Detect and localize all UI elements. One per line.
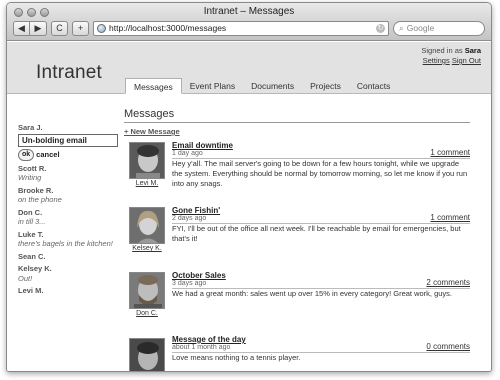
globe-icon — [97, 23, 106, 33]
message-date: about 1 month ago — [172, 344, 231, 351]
history-buttons: ◀ ▶ — [13, 20, 47, 36]
message-item: Kelsey K. Gone Fishin' 2 days ago 1 comm… — [124, 206, 470, 257]
person-item: Scott R. Writing — [18, 164, 123, 183]
message-title-link[interactable]: Gone Fishin' — [172, 206, 220, 215]
tab-event-plans[interactable]: Event Plans — [182, 78, 243, 94]
message-title-link[interactable]: October Sales — [172, 271, 226, 280]
forward-arrow-icon: ▶ — [34, 22, 42, 33]
message-date: 1 day ago — [172, 150, 203, 157]
message-body: We had a great month: sales went up over… — [172, 289, 453, 298]
avatar[interactable] — [129, 207, 165, 244]
address-bar[interactable]: http://localhost:3000/messages ↻ — [93, 20, 389, 36]
person-item: Don C. in till 3... — [18, 208, 123, 227]
browser-toolbar: ◀ ▶ C + http://localhost:3000/messages ↻… — [13, 19, 485, 37]
account-info: Signed in as Sara Settings Sign Out — [421, 46, 481, 66]
person-item: Luke T. there's bagels in the kitchen! — [18, 230, 123, 249]
search-placeholder: Google — [406, 23, 435, 33]
window-title: Intranet – Messages — [203, 6, 295, 17]
web-page: Intranet Signed in as Sara Settings Sign… — [7, 42, 491, 371]
refresh-icon[interactable]: ↻ — [376, 23, 385, 33]
person-item: Sean C. — [18, 252, 123, 262]
tab-messages[interactable]: Messages — [125, 78, 182, 94]
reload-icon: C — [56, 23, 63, 33]
tab-documents[interactable]: Documents — [243, 78, 302, 94]
message-title-link[interactable]: Message of the day — [172, 335, 246, 344]
search-icon: ⌕ — [399, 22, 404, 33]
ok-button[interactable]: ok — [18, 149, 35, 161]
person-item: Kelsey K. Out! — [18, 264, 123, 283]
author-link[interactable]: Levi M. — [124, 180, 170, 187]
person-name: Kelsey K. — [18, 264, 52, 273]
reload-button[interactable]: C — [51, 20, 68, 36]
avatar-photo — [130, 208, 164, 243]
message-date: 3 days ago — [172, 280, 207, 287]
comments-link[interactable]: 1 comment — [430, 213, 470, 222]
tab-projects[interactable]: Projects — [302, 78, 349, 94]
status-edit-actions: ok cancel — [18, 149, 123, 161]
nav-tabs: Messages Event Plans Documents Projects … — [125, 78, 398, 94]
person-status: there's bagels in the kitchen! — [18, 239, 113, 248]
comments-link[interactable]: 0 comments — [426, 342, 470, 351]
person-item: Levi M. — [18, 286, 123, 296]
avatar-photo — [130, 143, 164, 178]
comments-link[interactable]: 1 comment — [430, 148, 470, 157]
site-header: Intranet Signed in as Sara Settings Sign… — [7, 42, 491, 94]
person-name: Don C. — [18, 207, 43, 217]
add-bookmark-button[interactable]: + — [72, 20, 89, 36]
person-name: Scott R. — [18, 163, 47, 173]
message-body: Hey y'all. The mail server's going to be… — [172, 159, 468, 188]
back-button[interactable]: ◀ — [13, 20, 30, 36]
person-status: Writing — [18, 173, 42, 182]
author-link[interactable]: Kelsey K. — [124, 245, 170, 252]
settings-link[interactable]: Settings — [423, 56, 450, 65]
title-bar: Intranet – Messages ◀ ▶ C + http://local… — [7, 3, 491, 41]
status-edit-input[interactable]: Un-bolding email — [18, 133, 118, 147]
page-title: Messages — [124, 108, 470, 123]
person-name: Luke T. — [18, 229, 44, 239]
forward-button[interactable]: ▶ — [30, 20, 47, 36]
current-user: Sara — [464, 46, 481, 55]
person-status: Out! — [18, 273, 33, 283]
account-links: Settings Sign Out — [421, 56, 481, 66]
tab-contacts[interactable]: Contacts — [349, 78, 399, 94]
person-name: Brooke R. — [18, 185, 54, 195]
my-name: Sara J. — [18, 123, 43, 132]
search-field[interactable]: ⌕ Google — [393, 20, 485, 36]
signed-in-label: Signed in as — [421, 46, 463, 55]
message-title-link[interactable]: Email downtime — [172, 141, 233, 150]
person-name: Sean C. — [18, 251, 46, 261]
person-item: Brooke R. on the phone — [18, 186, 123, 205]
avatar[interactable] — [129, 338, 165, 371]
back-arrow-icon: ◀ — [18, 22, 25, 33]
avatar-photo — [130, 339, 164, 371]
person-name: Levi M. — [18, 286, 44, 295]
person-status: on the phone — [18, 195, 62, 204]
cancel-link[interactable]: cancel — [36, 150, 59, 160]
message-item: Levi M. Email downtime 1 day ago 1 comme… — [124, 141, 470, 197]
browser-window: Intranet – Messages ◀ ▶ C + http://local… — [6, 2, 492, 372]
new-message-label: New Message — [130, 127, 180, 136]
status-sidebar: Sara J. Un-bolding email ok cancel Scott… — [18, 123, 123, 299]
site-logo[interactable]: Intranet — [36, 62, 102, 84]
message-item: Message of the day about 1 month ago 0 c… — [124, 335, 470, 371]
author-link[interactable]: Don C. — [124, 310, 170, 317]
message-body: FYI, I'll be out of the office all next … — [172, 224, 461, 243]
message-body: Love means nothing to a tennis player. — [172, 353, 301, 362]
avatar-photo — [130, 273, 164, 308]
url-text[interactable]: http://localhost:3000/messages — [109, 23, 373, 33]
comments-link[interactable]: 2 comments — [426, 278, 470, 287]
avatar[interactable] — [129, 272, 165, 309]
messages-panel: Messages + New Message Levi M. Email dow… — [124, 108, 470, 371]
message-date: 2 days ago — [172, 215, 207, 222]
person-status: in till 3... — [18, 217, 46, 226]
message-item: Don C. October Sales 3 days ago 2 commen… — [124, 271, 470, 322]
sign-out-link[interactable]: Sign Out — [452, 56, 481, 65]
new-message-link[interactable]: + New Message — [124, 127, 470, 136]
plus-icon: + — [77, 23, 84, 33]
signed-in-line: Signed in as Sara — [421, 46, 481, 56]
avatar[interactable] — [129, 142, 165, 179]
